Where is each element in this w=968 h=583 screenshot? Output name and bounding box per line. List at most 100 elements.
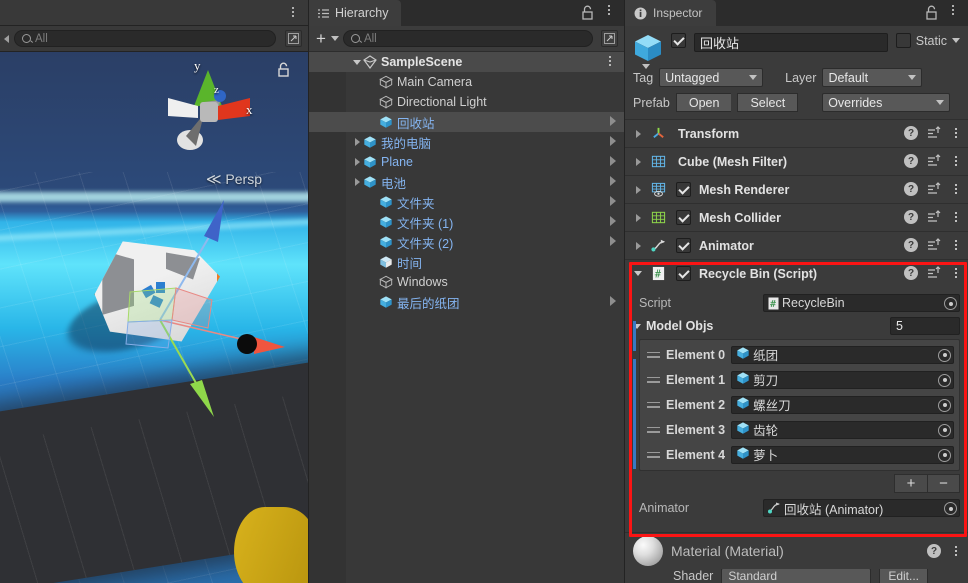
array-element-row[interactable]: Element 0 纸团	[643, 342, 956, 367]
hierarchy-tree[interactable]: SampleScene Main Camera Directional Light…	[309, 52, 624, 583]
scene-selected-object[interactable]	[58, 200, 285, 417]
preset-icon[interactable]	[927, 266, 941, 280]
component-row-Cube (Mesh Filter)[interactable]: Cube (Mesh Filter)?	[625, 147, 968, 175]
static-dropdown-icon[interactable]	[952, 38, 960, 43]
help-icon[interactable]: ?	[904, 238, 918, 252]
element-object-field[interactable]: 纸团	[731, 345, 954, 364]
hierarchy-item-Main Camera[interactable]: Main Camera	[309, 72, 624, 92]
array-element-row[interactable]: Element 3 齿轮	[643, 417, 956, 442]
help-icon[interactable]: ?	[904, 154, 918, 168]
drag-handle-icon[interactable]	[647, 374, 660, 385]
help-icon[interactable]: ?	[904, 266, 918, 280]
open-prefab-chevron-icon[interactable]	[610, 136, 616, 146]
object-picker-icon[interactable]	[938, 448, 951, 462]
component-expand-toggle[interactable]	[631, 213, 645, 222]
add-gameobject-button[interactable]: +	[315, 30, 327, 47]
open-prefab-chevron-icon[interactable]	[610, 296, 616, 306]
preset-icon[interactable]	[927, 154, 941, 168]
hierarchy-search-expand-button[interactable]	[601, 30, 618, 47]
scene-viewport[interactable]: y z x ≪ Persp	[0, 52, 308, 583]
component-expand-toggle[interactable]	[631, 241, 645, 250]
layer-dropdown[interactable]: Default	[822, 68, 923, 87]
scene-yellow-object[interactable]	[234, 507, 308, 583]
component-enabled-checkbox[interactable]	[676, 210, 691, 225]
array-element-row[interactable]: Element 2 螺丝刀	[643, 392, 956, 417]
open-prefab-chevron-icon[interactable]	[610, 196, 616, 206]
scene-row-menu-icon[interactable]	[604, 56, 616, 69]
element-object-field[interactable]: 螺丝刀	[731, 395, 954, 414]
open-prefab-chevron-icon[interactable]	[610, 156, 616, 166]
scene-lock-icon[interactable]	[277, 62, 290, 80]
open-prefab-chevron-icon[interactable]	[610, 216, 616, 226]
hierarchy-search-input[interactable]: All	[342, 30, 593, 47]
component-row-Mesh Collider[interactable]: Mesh Collider?	[625, 203, 968, 231]
open-prefab-chevron-icon[interactable]	[610, 176, 616, 186]
hierarchy-lock-icon[interactable]	[581, 5, 594, 23]
element-object-field[interactable]: 齿轮	[731, 420, 954, 439]
shader-dropdown[interactable]: Standard	[721, 569, 872, 583]
drag-handle-icon[interactable]	[647, 399, 660, 410]
material-header-row[interactable]: Material (Material) ?	[625, 533, 968, 569]
component-row-Recycle Bin (Script)[interactable]: # Recycle Bin (Script)?	[625, 259, 968, 287]
animator-object-picker-icon[interactable]	[944, 502, 957, 515]
expand-toggle[interactable]	[351, 178, 363, 186]
component-expand-toggle[interactable]	[631, 271, 645, 276]
component-row-Mesh Renderer[interactable]: Mesh Renderer?	[625, 175, 968, 203]
hierarchy-item-文件夹 (1)[interactable]: 文件夹 (1)	[309, 212, 624, 232]
component-expand-toggle[interactable]	[631, 157, 645, 166]
array-size-field[interactable]: 5	[890, 317, 960, 335]
scene-projection-label[interactable]: ≪ Persp	[206, 170, 262, 188]
component-menu-icon[interactable]	[950, 154, 962, 168]
tab-hierarchy[interactable]: Hierarchy	[309, 0, 401, 26]
open-prefab-chevron-icon[interactable]	[610, 236, 616, 246]
scene-orientation-gizmo[interactable]: y z x	[160, 58, 256, 158]
drag-handle-icon[interactable]	[647, 449, 660, 460]
component-enabled-checkbox[interactable]	[676, 238, 691, 253]
static-checkbox[interactable]	[895, 33, 911, 48]
array-add-button[interactable]: +	[894, 474, 927, 493]
open-prefab-chevron-icon[interactable]	[610, 116, 616, 126]
drag-handle-icon[interactable]	[647, 349, 660, 360]
component-menu-icon[interactable]	[950, 126, 962, 140]
chevron-down-icon[interactable]	[330, 36, 339, 41]
object-active-checkbox[interactable]	[671, 33, 686, 48]
preset-icon[interactable]	[927, 210, 941, 224]
component-menu-icon[interactable]	[950, 238, 962, 252]
expand-toggle[interactable]	[351, 158, 363, 166]
help-icon[interactable]: ?	[927, 544, 941, 558]
help-icon[interactable]: ?	[904, 126, 918, 140]
search-expand-button[interactable]	[285, 30, 302, 47]
component-menu-icon[interactable]	[950, 266, 962, 280]
hierarchy-item-文件夹 (2)[interactable]: 文件夹 (2)	[309, 232, 624, 252]
hierarchy-item-我的电脑[interactable]: 我的电脑	[309, 132, 624, 152]
expand-toggle[interactable]	[351, 138, 363, 146]
component-menu-icon[interactable]	[950, 210, 962, 224]
hierarchy-item-最后的纸团[interactable]: 最后的纸团	[309, 292, 624, 312]
script-object-picker-icon[interactable]	[944, 297, 957, 310]
animator-object-field[interactable]: 回收站 (Animator)	[763, 499, 960, 517]
array-element-row[interactable]: Element 1 剪刀	[643, 367, 956, 392]
array-remove-button[interactable]: −	[927, 474, 960, 493]
shader-edit-button[interactable]: Edit...	[879, 569, 928, 583]
component-expand-toggle[interactable]	[631, 129, 645, 138]
object-picker-icon[interactable]	[938, 423, 951, 437]
chevron-left-icon[interactable]	[4, 34, 9, 43]
object-name-field[interactable]: 回收站	[694, 33, 888, 52]
drag-handle-icon[interactable]	[647, 424, 660, 435]
inspector-menu-icon[interactable]	[947, 5, 959, 21]
component-row-Transform[interactable]: Transform?	[625, 119, 968, 147]
help-icon[interactable]: ?	[904, 182, 918, 196]
prefab-icon-dropdown-icon[interactable]	[642, 64, 650, 69]
object-picker-icon[interactable]	[938, 398, 951, 412]
component-expand-toggle[interactable]	[631, 185, 645, 194]
hierarchy-item-Plane[interactable]: Plane	[309, 152, 624, 172]
hierarchy-item-电池[interactable]: 电池	[309, 172, 624, 192]
preset-icon[interactable]	[927, 182, 941, 196]
array-element-row[interactable]: Element 4 萝卜	[643, 442, 956, 467]
hierarchy-menu-icon[interactable]	[603, 5, 615, 21]
object-picker-icon[interactable]	[938, 348, 951, 362]
hierarchy-item-回收站[interactable]: 回收站	[309, 112, 624, 132]
project-search-input[interactable]: All	[14, 30, 276, 47]
prefab-select-button[interactable]: Select	[737, 93, 799, 112]
model-objs-array-header[interactable]: Model Objs 5	[625, 315, 968, 337]
